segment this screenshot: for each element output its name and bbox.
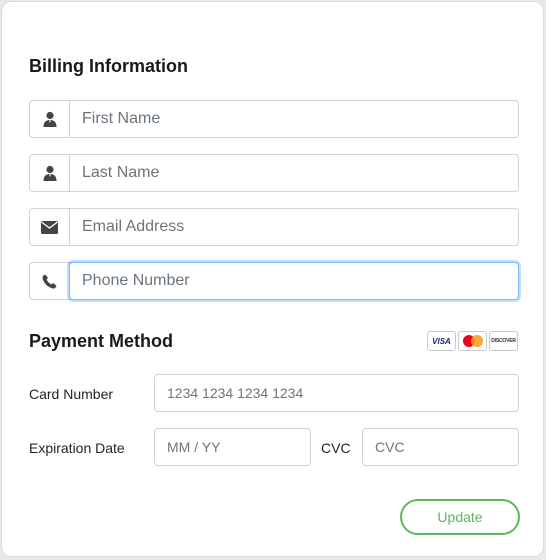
user-icon (30, 155, 70, 191)
phone-input[interactable] (70, 263, 518, 299)
last-name-input[interactable] (70, 155, 518, 191)
cvc-input[interactable] (362, 428, 519, 466)
update-button[interactable]: Update (400, 499, 520, 535)
last-name-group (29, 154, 519, 192)
billing-card: Billing Information Payment Method VISA … (1, 1, 544, 557)
visa-card-icon: VISA (427, 331, 456, 351)
first-name-input[interactable] (70, 101, 518, 137)
expiration-date-label: Expiration Date (29, 440, 125, 456)
phone-group (29, 262, 519, 300)
email-group (29, 208, 519, 246)
first-name-group (29, 100, 519, 138)
accepted-cards: VISA DISCOVER (427, 331, 518, 351)
user-icon (30, 101, 70, 137)
mastercard-icon (458, 331, 487, 351)
expiration-date-input[interactable] (154, 428, 311, 466)
card-number-label: Card Number (29, 386, 114, 402)
discover-card-icon: DISCOVER (489, 331, 518, 351)
cvc-label: CVC (321, 440, 351, 456)
billing-title: Billing Information (29, 56, 188, 76)
card-number-input[interactable] (154, 374, 519, 412)
phone-icon (30, 263, 70, 299)
payment-title: Payment Method (29, 331, 174, 351)
email-input[interactable] (70, 209, 518, 245)
envelope-icon (30, 209, 70, 245)
